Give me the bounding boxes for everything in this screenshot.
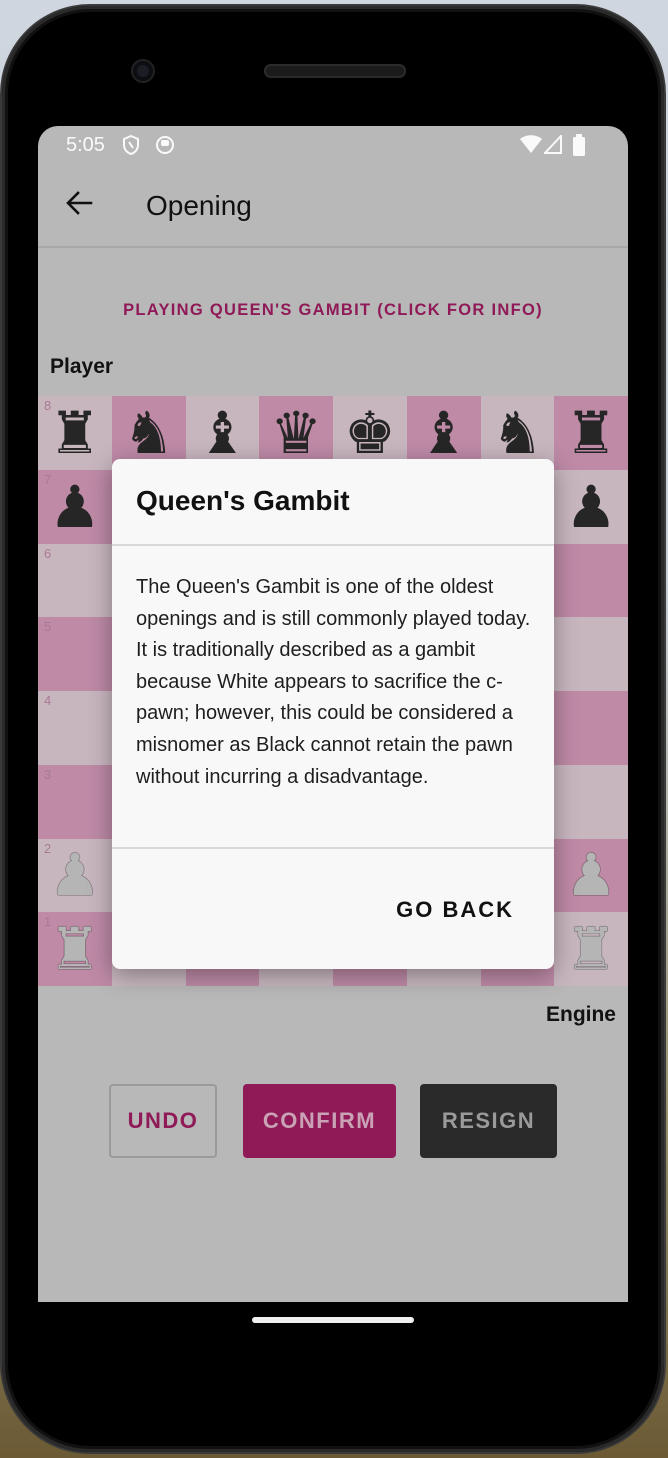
status-bar: 5:05 bbox=[38, 126, 628, 166]
board-square[interactable]: ♟ bbox=[554, 838, 628, 913]
vpn-shield-icon bbox=[123, 135, 139, 155]
board-square[interactable]: 5 bbox=[38, 617, 112, 691]
chess-piece[interactable]: ♜ bbox=[38, 912, 112, 986]
home-indicator[interactable] bbox=[252, 1317, 414, 1323]
notification-app-icon bbox=[156, 136, 174, 154]
board-square[interactable]: ♜ bbox=[554, 396, 628, 470]
rank-label: 4 bbox=[44, 693, 52, 708]
board-square[interactable] bbox=[554, 691, 628, 765]
resign-button[interactable]: RESIGN bbox=[420, 1084, 557, 1158]
board-square[interactable]: 6 bbox=[38, 543, 112, 618]
chess-piece[interactable]: ♟ bbox=[554, 839, 628, 913]
chess-piece[interactable]: ♜ bbox=[554, 396, 628, 470]
board-square[interactable]: 3 bbox=[38, 764, 112, 839]
page-title: Opening bbox=[146, 190, 252, 221]
back-arrow-icon[interactable] bbox=[64, 188, 94, 218]
dialog-body-text: The Queen's Gambit is one of the oldest … bbox=[136, 576, 531, 788]
go-back-button[interactable]: GO BACK bbox=[396, 897, 514, 923]
board-square[interactable]: 1 ♜ bbox=[38, 912, 112, 986]
undo-button[interactable]: UNDO bbox=[109, 1084, 217, 1158]
board-square[interactable]: ♟ bbox=[554, 469, 628, 544]
board-square[interactable]: 8 ♜ bbox=[38, 396, 112, 470]
rank-label: 5 bbox=[44, 619, 52, 635]
board-square[interactable]: 7 ♟ bbox=[38, 469, 112, 544]
confirm-button[interactable]: CONFIRM bbox=[243, 1084, 396, 1158]
earpiece-speaker bbox=[264, 64, 406, 78]
status-time: 5:05 bbox=[66, 134, 105, 156]
chess-piece[interactable]: ♜ bbox=[554, 912, 628, 986]
front-camera bbox=[133, 61, 153, 81]
dialog-divider-bottom bbox=[112, 847, 554, 849]
rank-label: 3 bbox=[44, 766, 52, 782]
board-square[interactable] bbox=[554, 764, 628, 839]
chess-piece[interactable]: ♜ bbox=[38, 396, 112, 470]
board-square[interactable]: 4 bbox=[38, 691, 112, 765]
chess-piece[interactable]: ♟ bbox=[554, 470, 628, 544]
opening-info-link[interactable]: PLAYING QUEEN'S GAMBIT (CLICK FOR INFO) bbox=[38, 301, 628, 320]
app-bar bbox=[38, 166, 628, 248]
opening-info-dialog: Queen's Gambit The Queen's Gambit is one… bbox=[112, 459, 554, 969]
battery-icon bbox=[573, 134, 585, 156]
board-square[interactable] bbox=[554, 543, 628, 618]
dialog-divider-top bbox=[112, 544, 554, 546]
board-square[interactable]: 2 ♟ bbox=[38, 838, 112, 913]
dialog-title: Queen's Gambit bbox=[136, 485, 350, 516]
cellular-signal-icon bbox=[544, 135, 562, 154]
board-square[interactable] bbox=[554, 617, 628, 691]
rank-label: 6 bbox=[44, 545, 52, 561]
chess-piece[interactable]: ♟ bbox=[38, 470, 112, 544]
top-player-label: Player bbox=[50, 355, 114, 378]
board-square[interactable]: ♜ bbox=[554, 912, 628, 986]
bottom-player-label: Engine bbox=[545, 1003, 616, 1026]
wifi-icon bbox=[520, 135, 542, 153]
chess-piece[interactable]: ♟ bbox=[38, 839, 112, 913]
